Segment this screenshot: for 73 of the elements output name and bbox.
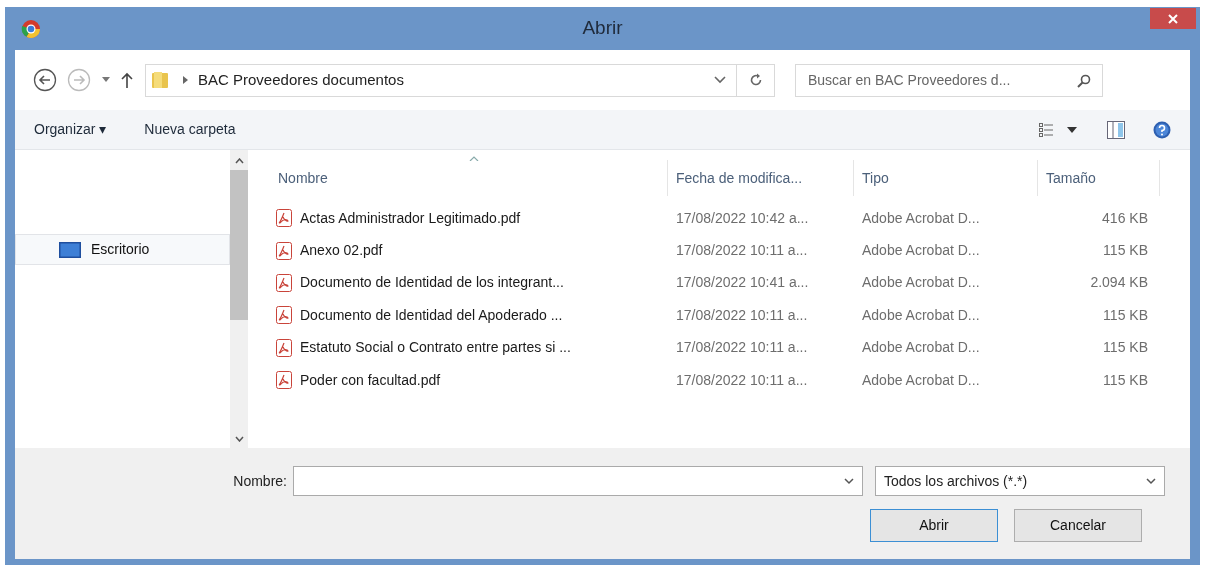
column-header[interactable]: Tamaño xyxy=(1046,167,1096,189)
pdf-file-icon xyxy=(276,371,292,390)
up-arrow-icon[interactable] xyxy=(121,72,133,88)
file-size: 416 KB xyxy=(1102,209,1148,226)
file-date: 17/08/2022 10:11 a... xyxy=(676,371,808,388)
new-folder-button[interactable]: Nueva carpeta xyxy=(144,119,236,140)
file-date: 17/08/2022 10:11 a... xyxy=(676,306,808,323)
nav-item[interactable]: Escritorio xyxy=(15,234,230,265)
search-icon xyxy=(1077,73,1091,88)
file-name: Estatuto Social o Contrato entre partes si ... xyxy=(300,338,571,358)
close-icon xyxy=(1168,13,1178,24)
view-options-icon[interactable] xyxy=(1039,122,1053,137)
file-type: Adobe Acrobat D... xyxy=(862,274,980,291)
file-size: 115 KB xyxy=(1103,242,1148,259)
close-button[interactable] xyxy=(1150,8,1196,29)
file-row[interactable]: Anexo 02.pdf 17/08/2022 10:11 a... Adobe Acrobat D... 115 KB xyxy=(276,234,1190,267)
file-date: 17/08/2022 10:42 a... xyxy=(676,209,809,226)
dropdown-icon[interactable] xyxy=(1067,126,1077,133)
desktop-icon xyxy=(59,241,81,258)
window-title: Abrir xyxy=(582,16,623,41)
file-name: Documento de Identidad de los integrant... xyxy=(300,273,564,293)
file-name: Actas Administrador Legitimado.pdf xyxy=(300,208,521,228)
chevron-down-icon xyxy=(1146,477,1156,485)
filename-label: Nombre: xyxy=(232,471,287,491)
file-row[interactable]: Documento de Identidad del Apoderado ... 17/08/2022 10:11 a... Adobe Acrobat D... 115 KB xyxy=(276,299,1190,332)
file-date: 17/08/2022 10:41 a... xyxy=(676,274,809,291)
scroll-down-icon[interactable] xyxy=(234,436,244,442)
refresh-icon[interactable] xyxy=(748,73,763,87)
file-size: 115 KB xyxy=(1103,306,1148,323)
preview-pane-icon[interactable] xyxy=(1107,120,1125,139)
file-size: 2.094 KB xyxy=(1090,274,1148,291)
open-button[interactable]: Abrir xyxy=(870,509,998,542)
pdf-file-icon xyxy=(276,209,292,228)
pdf-file-icon xyxy=(276,306,292,325)
browser-logo-icon xyxy=(21,19,41,39)
file-row[interactable]: Poder con facultad.pdf 17/08/2022 10:11 a... Adobe Acrobat D... 115 KB xyxy=(276,363,1190,397)
file-type: Adobe Acrobat D... xyxy=(862,209,980,226)
column-header[interactable]: Tipo xyxy=(862,167,889,189)
cancel-button[interactable]: Cancelar xyxy=(1014,509,1142,542)
search-field[interactable]: Buscar en BAC Proveedores d... xyxy=(795,63,1103,97)
file-type-dropdown[interactable]: Todos los archivos (*.*) xyxy=(875,466,1165,496)
column-header[interactable]: Fecha de modifica... xyxy=(676,167,803,189)
file-date: 17/08/2022 10:11 a... xyxy=(676,242,808,259)
scroll-up-icon[interactable] xyxy=(234,158,244,164)
file-type: Adobe Acrobat D... xyxy=(862,306,980,323)
pdf-file-icon xyxy=(276,273,292,292)
organize-menu[interactable]: Organizar ▾ xyxy=(34,119,107,140)
file-size: 115 KB xyxy=(1103,339,1148,356)
column-header[interactable]: Nombre xyxy=(278,167,328,189)
folder-path: BAC Proveedores documentos xyxy=(198,69,405,90)
chevron-down-icon[interactable] xyxy=(844,477,854,485)
file-name: Documento de Identidad del Apoderado ... xyxy=(300,305,563,325)
file-name: Anexo 02.pdf xyxy=(300,241,383,261)
file-size: 115 KB xyxy=(1103,371,1148,388)
file-type: Adobe Acrobat D... xyxy=(862,242,980,259)
file-row[interactable]: Documento de Identidad de los integrant... 17/08/2022 10:41 a... Adobe Acrobat D... 2.094 KB xyxy=(276,266,1190,300)
scrollbar-thumb[interactable] xyxy=(230,170,248,320)
help-icon[interactable] xyxy=(1153,120,1171,139)
chevron-down-icon[interactable] xyxy=(714,76,726,84)
file-type: Adobe Acrobat D... xyxy=(862,371,980,388)
filename-field[interactable] xyxy=(293,466,863,496)
scrollbar[interactable] xyxy=(230,150,248,448)
file-date: 17/08/2022 10:11 a... xyxy=(676,339,808,356)
back-icon[interactable] xyxy=(33,68,57,92)
file-row[interactable]: Estatuto Social o Contrato entre partes si ... 17/08/2022 10:11 a... Adobe Acrobat D... 115 KB xyxy=(276,331,1190,364)
address-bar[interactable]: BAC Proveedores documentos xyxy=(145,63,775,97)
pdf-file-icon xyxy=(276,338,292,357)
file-row[interactable]: Actas Administrador Legitimado.pdf 17/08/2022 10:42 a... Adobe Acrobat D... 416 KB xyxy=(276,202,1190,235)
file-type: Adobe Acrobat D... xyxy=(862,339,980,356)
pdf-file-icon xyxy=(276,241,292,260)
folder-icon xyxy=(151,70,171,90)
chevron-right-icon xyxy=(183,76,188,84)
file-name: Poder con facultad.pdf xyxy=(300,370,441,390)
